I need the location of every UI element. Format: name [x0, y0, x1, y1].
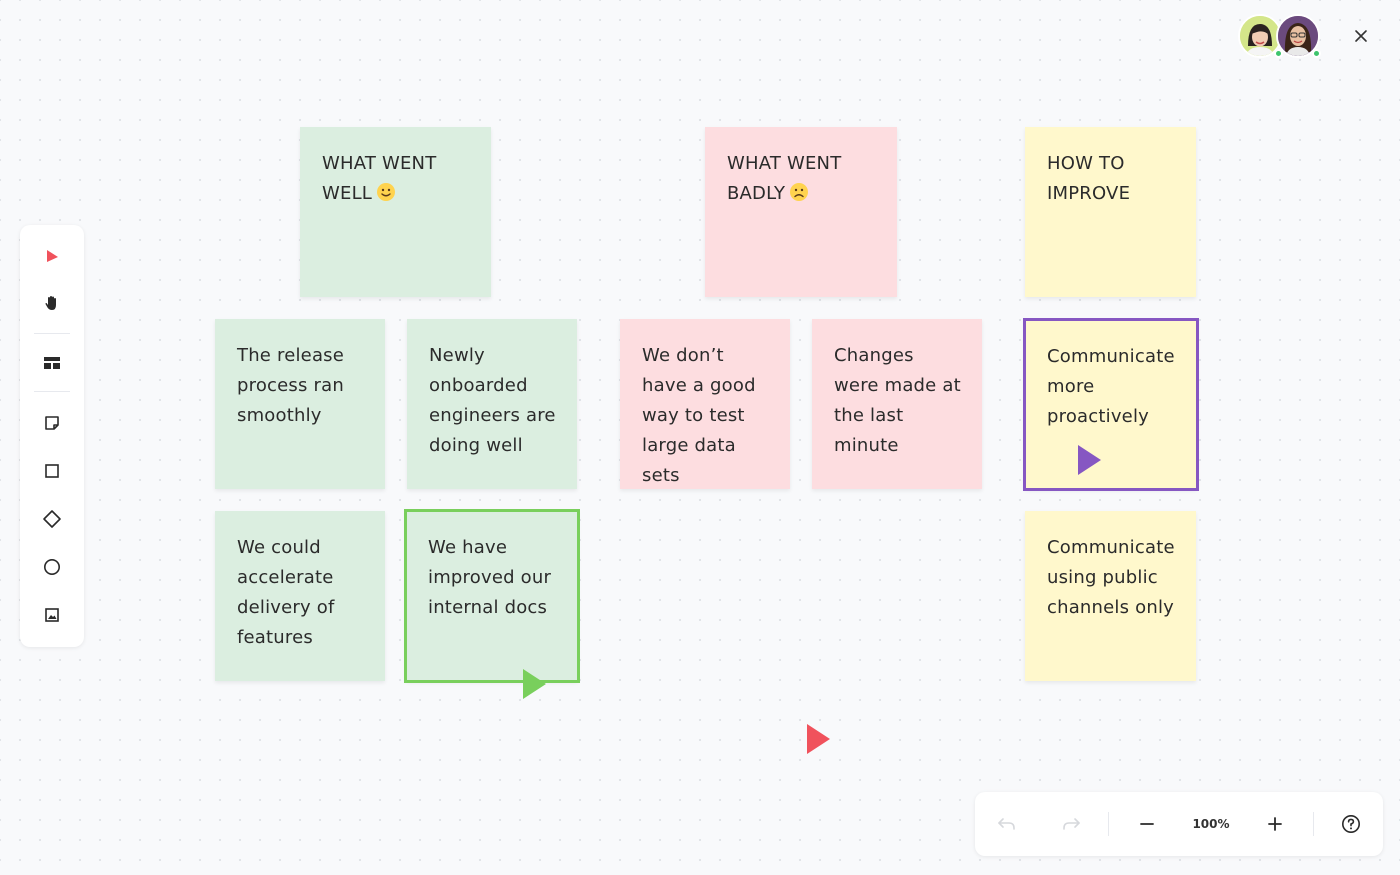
column-header-went-well[interactable]: WHAT WENT WELL: [300, 127, 491, 297]
sticky-note[interactable]: Changes were made at the last minute: [812, 319, 982, 489]
redo-icon: [1063, 818, 1080, 830]
zoom-in-button[interactable]: [1263, 812, 1287, 836]
sticky-note-icon: [45, 416, 59, 430]
sticky-note-tool-button[interactable]: [40, 411, 64, 435]
sticky-note-selected[interactable]: We have improved our internal docs: [404, 509, 580, 683]
note-text: Changes were made at the last minute: [834, 345, 961, 456]
sticky-note[interactable]: Newly onboarded engineers are doing well: [407, 319, 577, 489]
controls-divider: [1108, 812, 1109, 836]
hand-icon: [45, 296, 56, 310]
zoom-level-label: 100%: [1192, 817, 1230, 831]
header-text: WHAT WENT BADLY: [727, 153, 842, 204]
undo-icon: [998, 818, 1015, 830]
select-tool-button[interactable]: [40, 244, 64, 268]
toolbar-divider: [34, 391, 70, 392]
hand-tool-button[interactable]: [40, 291, 64, 315]
toolbar-divider: [34, 333, 70, 334]
note-text: Communicate more proactively: [1047, 346, 1175, 427]
sticky-note[interactable]: We don’t have a good way to test large d…: [620, 319, 790, 489]
diamond-tool-button[interactable]: [40, 507, 64, 531]
zoom-out-button[interactable]: [1135, 812, 1159, 836]
mouse-cursor: [807, 724, 830, 754]
header-text: HOW TO IMPROVE: [1047, 153, 1131, 204]
slightly-smiling-face-icon: [376, 182, 396, 212]
note-text: The release process ran smoothly: [237, 345, 345, 426]
circle-icon: [44, 559, 60, 575]
select-icon: [47, 250, 58, 262]
collaborator-cursor-green: [523, 669, 546, 699]
minus-icon: [1140, 823, 1154, 825]
diamond-icon: [43, 510, 61, 528]
template-tool-button[interactable]: [40, 351, 64, 375]
sticky-note[interactable]: The release process ran smoothly: [215, 319, 385, 489]
left-toolbar: [20, 225, 84, 647]
sticky-note[interactable]: Communicate using public channels only: [1025, 511, 1196, 681]
template-icon: [44, 357, 60, 369]
help-icon: [1342, 815, 1360, 833]
sticky-note[interactable]: We could accelerate delivery of features: [215, 511, 385, 681]
note-text: Communicate using public channels only: [1047, 537, 1175, 618]
undo-button[interactable]: [995, 812, 1019, 836]
image-icon: [45, 608, 59, 622]
image-tool-button[interactable]: [40, 603, 64, 627]
column-header-went-badly[interactable]: WHAT WENT BADLY: [705, 127, 897, 297]
redo-button[interactable]: [1059, 812, 1083, 836]
slightly-frowning-face-icon: [789, 182, 809, 212]
sticky-note-selected[interactable]: Communicate more proactively: [1023, 318, 1199, 491]
note-text: Newly onboarded engineers are doing well: [429, 345, 556, 456]
canvas-controls: 100%: [975, 792, 1383, 856]
collaborator-cursor-purple: [1078, 445, 1101, 475]
help-button[interactable]: [1339, 812, 1363, 836]
circle-tool-button[interactable]: [40, 555, 64, 579]
note-text: We have improved our internal docs: [428, 537, 552, 618]
online-status-dot: [1312, 49, 1321, 58]
close-icon: [1355, 30, 1367, 42]
controls-divider: [1313, 812, 1314, 836]
zoom-level[interactable]: 100%: [1185, 812, 1237, 836]
column-header-how-to-improve[interactable]: HOW TO IMPROVE: [1025, 127, 1196, 297]
plus-icon: [1268, 817, 1282, 831]
close-button[interactable]: [1349, 24, 1373, 48]
rectangle-tool-button[interactable]: [40, 459, 64, 483]
note-text: We don’t have a good way to test large d…: [642, 345, 756, 486]
rectangle-icon: [45, 464, 59, 478]
note-text: We could accelerate delivery of features: [237, 537, 335, 648]
